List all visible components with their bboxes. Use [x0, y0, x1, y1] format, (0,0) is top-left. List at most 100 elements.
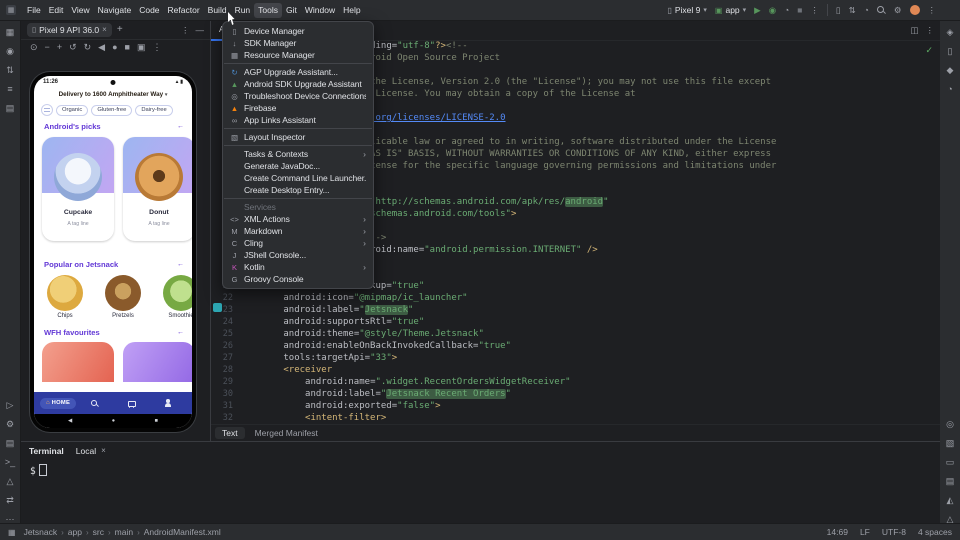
pull-requests-icon[interactable]: ⇅ — [6, 66, 14, 75]
hide-icon[interactable]: — — [196, 25, 205, 35]
filter-chip-gluten-free[interactable]: Gluten-free — [91, 105, 132, 116]
settings-icon[interactable]: ⚙ — [894, 5, 902, 15]
menubar-item-file[interactable]: File — [23, 3, 45, 18]
tools-menu-item-cling[interactable]: CCling› — [223, 237, 373, 249]
wfh-card[interactable] — [42, 342, 114, 382]
section-arrow-icon[interactable]: ← — [177, 261, 184, 268]
debug-button[interactable]: ◉ — [769, 5, 776, 15]
volume-up-icon[interactable]: + — [57, 43, 62, 52]
power-icon[interactable]: ⊙ — [30, 43, 38, 52]
tools-menu-item-xml-actions[interactable]: <>XML Actions› — [223, 213, 373, 225]
tool-windows-icon[interactable]: ▦ — [8, 528, 16, 537]
popular-snack-smoothie[interactable]: Smoothie — [158, 275, 192, 319]
menubar-item-navigate[interactable]: Navigate — [94, 3, 136, 18]
tools-menu-item-create-command-line-launcher[interactable]: Create Command Line Launcher... — [223, 172, 373, 184]
structure-icon[interactable]: ≡ — [7, 85, 12, 94]
android-overview-button[interactable]: ■ — [155, 418, 158, 424]
section-arrow-icon[interactable]: ← — [177, 329, 184, 336]
popular-snack-chips[interactable]: Chips — [42, 275, 88, 319]
terminal-output[interactable]: $ — [21, 459, 940, 482]
tools-menu-item-app-links-assistant[interactable]: ∞App Links Assistant — [223, 114, 373, 126]
menubar-item-refactor[interactable]: Refactor — [164, 3, 204, 18]
tools-menu-item-device-manager[interactable]: ▯Device Manager — [223, 25, 373, 37]
tools-menu-item-generate-javadoc[interactable]: Generate JavaDoc... — [223, 160, 373, 172]
filter-chip-organic[interactable]: Organic — [56, 105, 88, 116]
breadcrumb-main[interactable]: main — [115, 527, 133, 537]
problems-icon[interactable]: △ — [7, 477, 14, 486]
device-manager-icon[interactable]: ▯ — [948, 47, 953, 56]
breadcrumb-src[interactable]: src — [93, 527, 104, 537]
more-run-options-icon[interactable]: ⋮ — [810, 5, 819, 15]
caret-position[interactable]: 14:69 — [827, 527, 848, 537]
tools-menu-item-jshell-console[interactable]: JJShell Console... — [223, 249, 373, 261]
menubar-item-view[interactable]: View — [67, 3, 93, 18]
bookmarks-icon[interactable]: ▤ — [6, 104, 15, 113]
device-tab[interactable]: ▯ Pixel 9 API 36.0 × — [27, 23, 112, 37]
add-device-button[interactable]: + — [117, 24, 123, 35]
tools-menu-item-tasks-contexts[interactable]: Tasks & Contexts› — [223, 148, 373, 160]
indent-config[interactable]: 4 spaces — [918, 527, 952, 537]
more-emulator-icon[interactable]: ⋮ — [152, 43, 161, 52]
menubar-item-window[interactable]: Window — [301, 3, 339, 18]
tools-menu-item-markdown[interactable]: MMarkdown› — [223, 225, 373, 237]
app-inspection-icon[interactable]: ◎ — [946, 420, 954, 429]
overview-icon[interactable]: ■ — [125, 43, 130, 52]
cart-icon[interactable] — [127, 399, 136, 408]
profiler-button[interactable]: ◔ — [784, 5, 789, 15]
line-separator[interactable]: LF — [860, 527, 870, 537]
menubar-item-build[interactable]: Build — [204, 3, 231, 18]
tools-menu-item-firebase[interactable]: ▲Firebase — [223, 102, 373, 114]
close-icon[interactable]: × — [102, 25, 107, 34]
section-arrow-icon[interactable]: ← — [177, 123, 184, 130]
stop-button[interactable]: ■ — [797, 5, 802, 15]
tools-menu-item-resource-manager[interactable]: ▦Resource Manager — [223, 49, 373, 61]
rotate-right-icon[interactable]: ↻ — [84, 43, 92, 52]
profile-icon[interactable] — [163, 399, 172, 408]
logcat-right-icon[interactable]: ▤ — [946, 477, 955, 486]
layout-inspector-icon[interactable]: ▧ — [946, 439, 955, 448]
editor-view-tab-text[interactable]: Text — [215, 427, 245, 439]
tools-menu-item-create-desktop-entry[interactable]: Create Desktop Entry... — [223, 184, 373, 196]
file-encoding[interactable]: UTF-8 — [882, 527, 906, 537]
emulator-icon[interactable]: ▭ — [946, 458, 955, 467]
editor-more-icon[interactable]: ⋮ — [926, 25, 935, 35]
volume-down-icon[interactable]: − — [45, 43, 50, 52]
tools-menu-item-troubleshoot-device-connections[interactable]: ◎Troubleshoot Device Connections — [223, 90, 373, 102]
phone-screen[interactable]: 11:26 ▴▮ Delivery to 1600 Amphitheater W… — [34, 76, 192, 428]
home-icon[interactable]: ● — [112, 43, 117, 52]
breadcrumb-app[interactable]: app — [68, 527, 82, 537]
terminal-tool-icon[interactable]: >_ — [5, 458, 15, 467]
more-icon[interactable]: ⋮ — [181, 25, 190, 35]
tools-menu-item-sdk-manager[interactable]: ↓SDK Manager — [223, 37, 373, 49]
tools-menu-item-groovy-console[interactable]: GGroovy Console — [223, 273, 373, 285]
breadcrumb-jetsnack[interactable]: Jetsnack — [24, 527, 58, 537]
close-icon[interactable]: × — [101, 446, 106, 455]
menubar-item-help[interactable]: Help — [339, 3, 364, 18]
menubar-item-git[interactable]: Git — [282, 3, 301, 18]
vcs-update-icon[interactable]: ⇅ — [849, 5, 856, 15]
android-home-button[interactable]: ● — [112, 418, 115, 424]
terminal-tab-local[interactable]: Local × — [76, 446, 106, 456]
editor-view-tab-merged-manifest[interactable]: Merged Manifest — [248, 427, 325, 439]
search-everywhere-icon[interactable] — [877, 6, 886, 15]
screenshot-icon[interactable]: ▣ — [137, 43, 146, 52]
tools-menu-item-services[interactable]: Services — [223, 201, 373, 213]
delivery-address[interactable]: Delivery to 1600 Amphitheater Way ▾ — [34, 91, 192, 98]
menubar-item-code[interactable]: Code — [135, 3, 163, 18]
more-actions-icon[interactable]: ⋮ — [928, 5, 937, 15]
tools-menu-item-agp-upgrade-assistant[interactable]: ↻AGP Upgrade Assistant... — [223, 66, 373, 78]
popular-snack-pretzels[interactable]: Pretzels — [100, 275, 146, 319]
profiler-tool-icon[interactable]: ◭ — [947, 496, 954, 505]
vcs-tool-icon[interactable]: ⇄ — [6, 496, 14, 505]
tools-menu-item-kotlin[interactable]: KKotlin› — [223, 261, 373, 273]
breadcrumb-androidmanifest-xml[interactable]: AndroidManifest.xml — [144, 527, 221, 537]
run-button[interactable]: ▶ — [754, 5, 761, 15]
gemini-icon[interactable]: ◈ — [947, 28, 954, 37]
tools-menu-item-android-sdk-upgrade-assistant[interactable]: ▲Android SDK Upgrade Assistant — [223, 78, 373, 90]
menubar-item-tools[interactable]: Tools — [254, 3, 282, 18]
android-back-button[interactable]: ◀ — [68, 418, 72, 424]
menubar-item-edit[interactable]: Edit — [45, 3, 68, 18]
rotate-left-icon[interactable]: ↺ — [69, 43, 77, 52]
snack-card-donut[interactable]: DonutA tag line — [123, 137, 192, 241]
device-selector[interactable]: ▯Pixel 9▾ — [667, 5, 706, 15]
